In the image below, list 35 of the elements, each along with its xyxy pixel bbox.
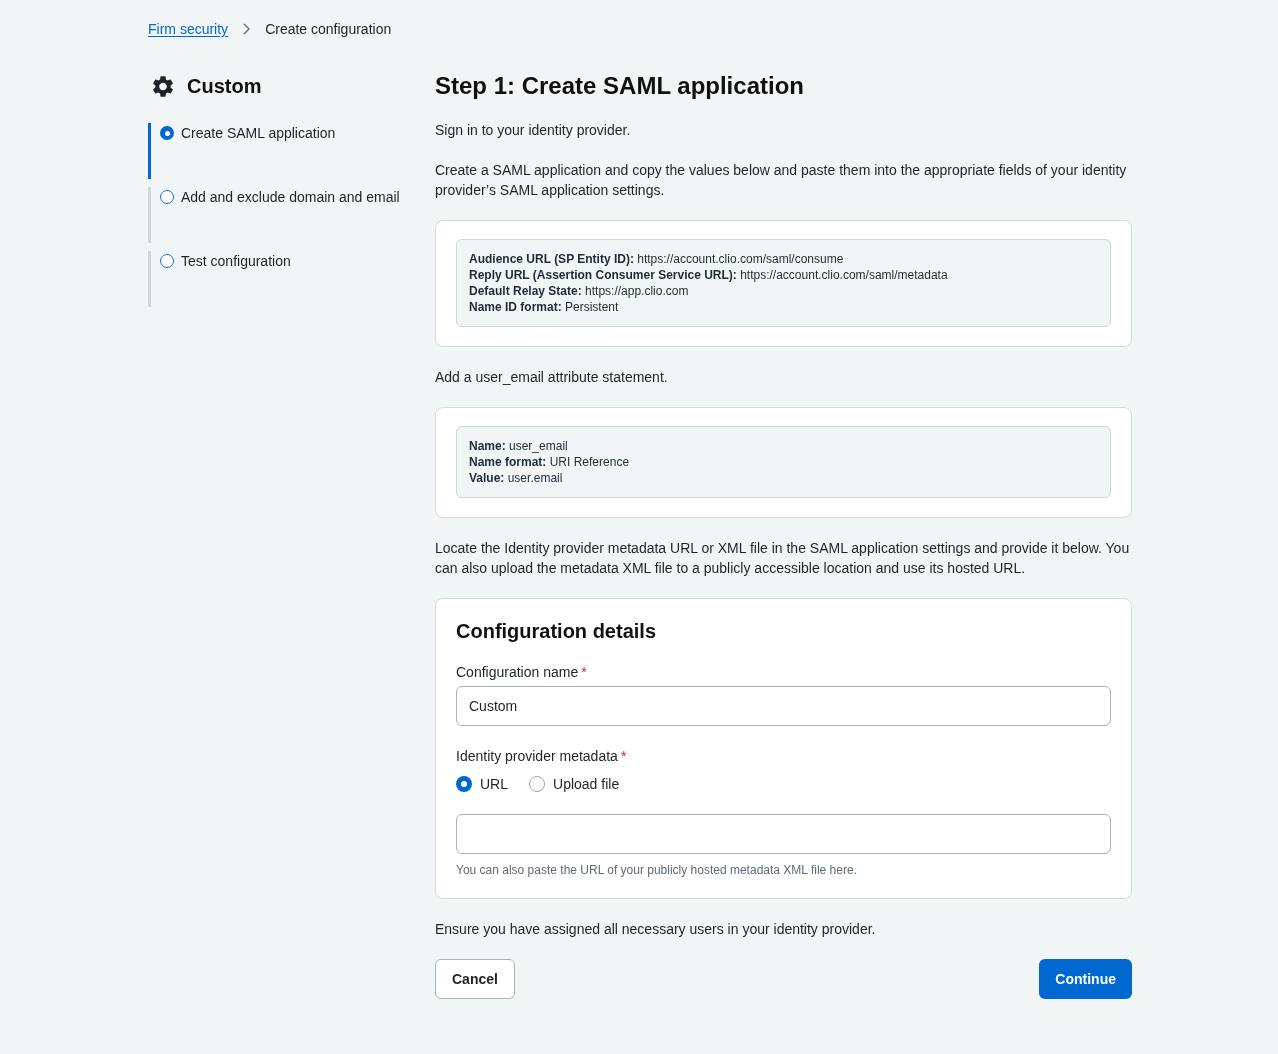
field-label: Identity provider metadata [456,747,618,766]
radio-option[interactable]: URL [456,774,508,794]
cancel-button[interactable]: Cancel [435,959,515,999]
required-asterisk: * [581,663,587,682]
radio-option[interactable]: Upload file [529,774,620,794]
card-title: Configuration details [456,619,657,643]
paragraph: Sign in to your identity provider. [435,121,632,140]
required-asterisk: * [620,747,627,766]
value-line: Name format: URI Reference [469,454,631,470]
radio-button-icon[interactable] [529,776,545,792]
paragraph: Create a SAML application and copy the values below and paste them into the appropriate fields of your identity provider’s SAML application settings. [435,161,1128,200]
wizard-step[interactable]: Create SAML application [148,123,410,179]
paragraph: Add a user_email attribute statement. [435,368,669,387]
continue-button[interactable]: Continue [1039,959,1132,999]
field-label: Configuration name [456,663,579,682]
value-line: Name ID format: Persistent [469,299,620,315]
value-line: Value: user.email [469,470,564,486]
value-line: Name: user_email [469,438,569,454]
value-line: Default Relay State: https://app.clio.com [469,283,690,299]
hint-text: You can also paste the URL of your publicly hosted metadata XML file here. [456,862,858,878]
paragraph: Ensure you have assigned all necessary users in your identity provider. [435,920,877,939]
radio-button-icon[interactable] [456,776,472,792]
value-line: Audience URL (SP Entity ID): https://account.clio.com/saml/consume [469,251,845,267]
breadcrumb-current: Create configuration [265,20,392,39]
chevron-right-icon [243,23,251,35]
sidebar-title: Custom [187,74,262,99]
text-input[interactable]: Custom [456,686,1111,726]
wizard-step[interactable]: Add and exclude domain and email [148,187,410,243]
breadcrumb-link[interactable]: Firm security [148,19,229,39]
url-input[interactable] [456,814,1111,854]
value-line: Reply URL (Assertion Consumer Service URL): https://account.clio.com/saml/metadata [469,267,949,283]
wizard-step[interactable]: Test configuration [148,251,410,307]
paragraph: Locate the Identity provider metadata URL or XML file in the SAML application settings and provide it below. You can also upload the metadata XML file to a publicly accessible location and use its hosted URL. [435,539,1131,578]
settings-icon [153,75,173,97]
page-title: Step 1: Create SAML application [435,72,805,100]
